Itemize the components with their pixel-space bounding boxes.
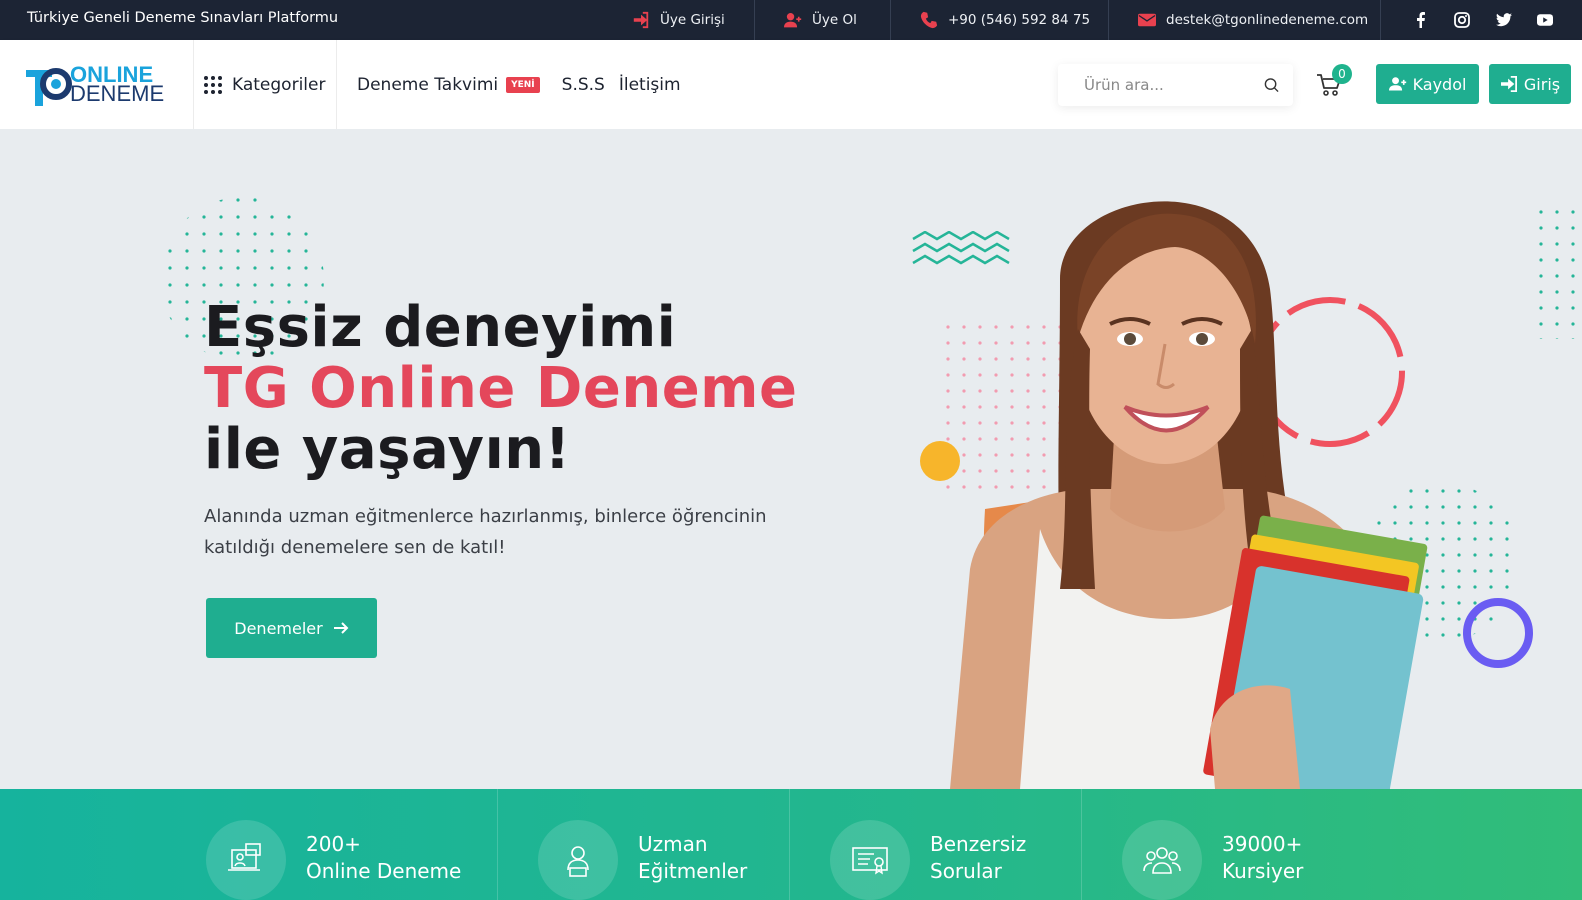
- signup-button[interactable]: Kaydol: [1376, 64, 1479, 104]
- divider: [336, 40, 337, 129]
- instagram-link[interactable]: [1448, 0, 1476, 40]
- member-register-label: Üye Ol: [812, 12, 857, 28]
- member-login-label: Üye Girişi: [660, 12, 725, 28]
- stat-value: Uzman: [638, 832, 708, 856]
- cart-count-badge: 0: [1332, 64, 1352, 84]
- signin-label: Giriş: [1523, 74, 1561, 94]
- stat-label: Online Deneme: [306, 859, 462, 883]
- envelope-icon: [1138, 13, 1156, 27]
- grid-icon: [204, 75, 222, 94]
- stats-bar: 200+ Online Deneme Uzman Eğitmenler Benz…: [0, 789, 1582, 900]
- phone-icon: [920, 11, 938, 29]
- member-register-link[interactable]: Üye Ol: [784, 0, 857, 40]
- student-photo: [950, 201, 1428, 789]
- product-search: [1058, 64, 1293, 106]
- divider: [497, 789, 498, 900]
- stat-value: 200+: [306, 832, 361, 856]
- dot-pattern-edge: [1538, 209, 1582, 339]
- twitter-icon: [1496, 13, 1512, 27]
- stat-icon-circle: [1122, 820, 1202, 900]
- site-tagline: Türkiye Geneli Deneme Sınavları Platform…: [27, 10, 339, 26]
- nav-exam-calendar[interactable]: Deneme Takvimi: [357, 75, 498, 95]
- logo-mark: [26, 68, 72, 106]
- new-badge: YENİ: [506, 76, 540, 93]
- stat-value: Benzersiz: [930, 832, 1027, 856]
- categories-menu[interactable]: Kategoriler: [204, 40, 325, 129]
- instructor-icon: [567, 846, 589, 877]
- stat-text: 200+ Online Deneme: [306, 831, 461, 885]
- sign-in-icon: [633, 11, 649, 29]
- search-icon[interactable]: [1264, 77, 1279, 93]
- exams-button-label: Denemeler: [234, 618, 323, 638]
- exams-button[interactable]: Denemeler: [206, 598, 377, 658]
- phone-number: +90 (546) 592 84 75: [948, 12, 1091, 28]
- stat-text: Uzman Eğitmenler: [638, 831, 747, 885]
- divider: [890, 0, 891, 40]
- stat-item: 39000+ Kursiyer: [1122, 789, 1372, 900]
- stat-label: Eğitmenler: [638, 859, 748, 883]
- stat-text: Benzersiz Sorular: [930, 831, 1026, 885]
- logo-text-deneme: DENEME: [70, 81, 165, 106]
- arrow-right-icon: [333, 622, 349, 634]
- youtube-icon: [1537, 14, 1553, 26]
- stat-item: Benzersiz Sorular: [830, 789, 1080, 900]
- purple-ring-decoration: [1463, 598, 1533, 668]
- divider: [1380, 0, 1381, 40]
- user-plus-icon: [784, 13, 802, 28]
- hero-heading: Eşsiz deneyimi TG Online Deneme ile yaşa…: [204, 297, 798, 480]
- stat-text: 39000+ Kursiyer: [1222, 831, 1303, 885]
- stat-item: 200+ Online Deneme: [206, 789, 496, 900]
- divider: [193, 40, 194, 129]
- site-logo[interactable]: ONLINE DENEME: [26, 62, 164, 108]
- stat-icon-circle: [538, 820, 618, 900]
- hero-heading-brand: TG Online Deneme: [204, 356, 798, 421]
- laptop-exam-icon: [228, 843, 261, 871]
- nav-faq[interactable]: S.S.S: [562, 75, 605, 95]
- hero-section: Eşsiz deneyimi TG Online Deneme ile yaşa…: [0, 129, 1582, 789]
- stat-label: Kursiyer: [1222, 859, 1304, 883]
- instagram-icon: [1454, 12, 1470, 28]
- email-link[interactable]: destek@tgonlinedeneme.com: [1138, 0, 1368, 40]
- stat-icon-circle: [830, 820, 910, 900]
- member-login-link[interactable]: Üye Girişi: [632, 0, 725, 40]
- top-bar: Türkiye Geneli Deneme Sınavları Platform…: [0, 0, 1582, 40]
- students-icon: [1143, 847, 1181, 874]
- youtube-link[interactable]: [1531, 0, 1559, 40]
- hero-heading-line1: Eşsiz deneyimi: [204, 295, 677, 360]
- nav-contact[interactable]: İletişim: [619, 75, 681, 95]
- hero-subtitle: Alanında uzman eğitmenlerce hazırlanmış,…: [204, 506, 767, 558]
- sign-in-icon: [1500, 76, 1517, 92]
- main-header: ONLINE DENEME Kategoriler Deneme Takvimi…: [0, 40, 1582, 129]
- divider: [1108, 0, 1109, 40]
- facebook-link[interactable]: [1407, 0, 1435, 40]
- search-input[interactable]: [1084, 76, 1264, 94]
- email-address: destek@tgonlinedeneme.com: [1166, 12, 1369, 28]
- stat-label: Sorular: [930, 859, 1002, 883]
- user-plus-icon: [1388, 77, 1406, 91]
- stat-icon-circle: [206, 820, 286, 900]
- categories-label: Kategoriler: [232, 74, 326, 95]
- hero-heading-line3: ile yaşayın!: [204, 417, 571, 482]
- stat-value: 39000+: [1222, 832, 1303, 856]
- divider: [1081, 789, 1082, 900]
- phone-link[interactable]: +90 (546) 592 84 75: [920, 0, 1090, 40]
- signup-label: Kaydol: [1412, 74, 1467, 94]
- twitter-link[interactable]: [1490, 0, 1518, 40]
- facebook-icon: [1417, 12, 1425, 28]
- signin-button[interactable]: Giriş: [1489, 64, 1571, 104]
- stat-item: Uzman Eğitmenler: [538, 789, 788, 900]
- certificate-icon: [852, 847, 888, 875]
- divider: [754, 0, 755, 40]
- main-nav: Deneme Takvimi YENİ S.S.S İletişim: [357, 40, 695, 129]
- divider: [789, 789, 790, 900]
